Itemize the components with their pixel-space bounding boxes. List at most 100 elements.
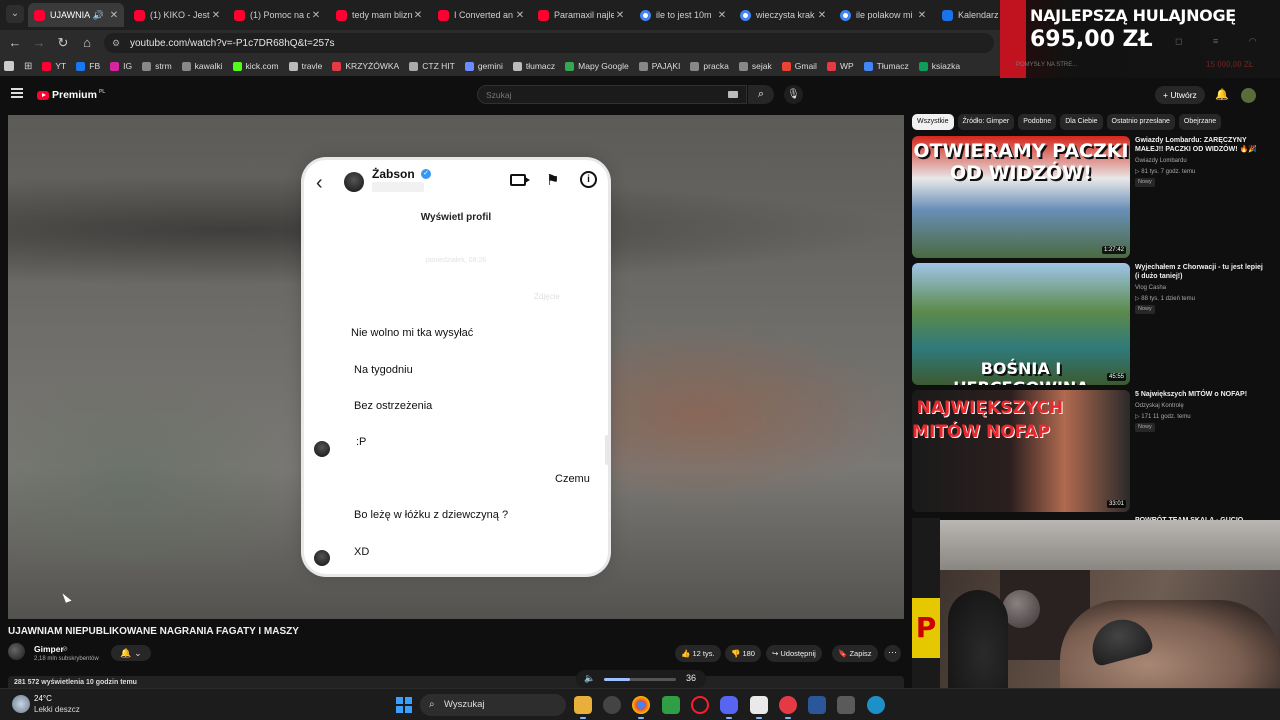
like-button[interactable]: 👍 12 tys. bbox=[675, 645, 721, 662]
tab-kiko[interactable]: (1) KIKO - Jeste ✕ bbox=[128, 3, 226, 27]
tab-pomoc[interactable]: (1) Pomoc na d ✕ bbox=[228, 3, 326, 27]
recommendation-item[interactable]: 5 NAJWIĘKSZYCH MITÓW NOFAP 33:01 5 Najwi… bbox=[912, 390, 1262, 512]
partial-thumbnail[interactable]: P bbox=[912, 518, 940, 688]
filter-chip[interactable]: Obejrzane bbox=[1178, 114, 1222, 130]
bookmark-kawalki[interactable]: kawalki bbox=[181, 61, 223, 71]
bookmark-gemini[interactable]: gemini bbox=[464, 61, 503, 71]
filter-chip[interactable]: Ostatnio przesłane bbox=[1106, 114, 1175, 130]
hamburger-menu-icon[interactable] bbox=[11, 88, 23, 98]
bookmark-kick-com[interactable]: kick.com bbox=[232, 61, 279, 71]
recommendation-item[interactable]: BOŚNIA I HERCEGOWINA 45:55 Wyjechałem z … bbox=[912, 263, 1263, 385]
recommendation-item[interactable]: OTWIERAMY PACZKI OD WIDZÓW! 1:27:42 Gwia… bbox=[912, 136, 1262, 258]
chrome-icon[interactable] bbox=[632, 696, 650, 719]
shield-icon[interactable] bbox=[662, 696, 680, 714]
tab-groups-icon[interactable] bbox=[4, 61, 14, 71]
filter-chip[interactable]: Dla Ciebie bbox=[1060, 114, 1103, 130]
filter-chip[interactable]: Podobne bbox=[1018, 114, 1057, 130]
video-thumbnail[interactable]: OTWIERAMY PACZKI OD WIDZÓW! 1:27:42 bbox=[912, 136, 1130, 258]
bookmark-gmail[interactable]: Gmail bbox=[781, 61, 817, 71]
filter-chip[interactable]: Wszystkie bbox=[912, 114, 954, 130]
more-actions-icon[interactable]: ⋯ bbox=[884, 645, 901, 662]
opera-icon[interactable] bbox=[691, 696, 709, 714]
channel-name[interactable]: Gimper bbox=[34, 644, 64, 654]
keyboard-icon[interactable] bbox=[728, 91, 738, 98]
save-button[interactable]: 🔖 Zapisz bbox=[832, 645, 878, 662]
search-button[interactable]: ⌕ bbox=[748, 85, 774, 104]
share-button[interactable]: ↪ Udostępnij bbox=[766, 645, 822, 662]
recommendation-title[interactable]: 5 Największych MITÓW o NOFAP! bbox=[1135, 390, 1263, 399]
tab-kalendarz[interactable]: Kalendarz Go bbox=[936, 3, 1000, 27]
discord-icon[interactable] bbox=[720, 696, 738, 719]
tab-ujawniam[interactable]: UJAWNIA 🔊 ✕ bbox=[28, 3, 124, 27]
dislike-button[interactable]: 👎 180 bbox=[725, 645, 761, 662]
volume-slider[interactable] bbox=[604, 678, 676, 681]
weather-icon[interactable] bbox=[12, 695, 30, 713]
filter-chip[interactable]: Źródło: Gimper bbox=[957, 114, 1015, 130]
subscription-bell-button[interactable]: 🔔 ⌄ bbox=[111, 645, 151, 661]
forward-icon[interactable]: → bbox=[30, 34, 48, 52]
recommendation-channel[interactable]: Gwiazdy Lombardu bbox=[1135, 158, 1187, 164]
close-tab-icon[interactable]: ✕ bbox=[916, 10, 928, 21]
bookmark-pająki[interactable]: PAJĄKI bbox=[638, 61, 680, 71]
tab-blizn[interactable]: tedy mam blizn ✕ bbox=[330, 3, 428, 27]
bookmark-tłumacz[interactable]: tłumacz bbox=[512, 61, 555, 71]
bookmark-krzyżówka[interactable]: KRZYŻÓWKA bbox=[332, 61, 399, 71]
reload-icon[interactable]: ↻ bbox=[54, 34, 72, 52]
youtube-premium-logo[interactable]: Premium PL bbox=[37, 89, 105, 101]
tab-ile-polakow[interactable]: ile polakow mi ✕ bbox=[834, 3, 932, 27]
obs-record-icon[interactable] bbox=[779, 696, 797, 719]
bookmark-ctz-hit[interactable]: CTZ HIT bbox=[409, 61, 455, 71]
tab-converted[interactable]: I Converted an ✕ bbox=[432, 3, 530, 27]
close-tab-icon[interactable]: ✕ bbox=[412, 10, 424, 21]
bookmark-travle[interactable]: travle bbox=[288, 61, 322, 71]
back-icon[interactable]: ← bbox=[6, 34, 24, 52]
settings-gear-icon[interactable] bbox=[603, 696, 621, 714]
create-button[interactable]: + Utwórz bbox=[1155, 86, 1205, 104]
account-avatar[interactable] bbox=[1241, 88, 1256, 103]
windows-start-icon[interactable] bbox=[396, 697, 412, 713]
taskbar-search[interactable]: ⌕ Wyszukaj bbox=[420, 694, 566, 716]
bookmark-yt[interactable]: YT bbox=[42, 61, 66, 71]
bookmark-wp[interactable]: WP bbox=[826, 61, 854, 71]
weather-temperature[interactable]: 24°C bbox=[34, 694, 52, 703]
close-tab-icon[interactable]: ✕ bbox=[514, 10, 526, 21]
bookmark-tłumacz[interactable]: Tłumacz bbox=[863, 61, 909, 71]
tab-search-button[interactable]: ⌄ bbox=[6, 5, 24, 23]
channel-avatar[interactable] bbox=[8, 643, 25, 660]
tab-paramaxil[interactable]: Paramaxil najle ✕ bbox=[532, 3, 630, 27]
tab-ile-10m[interactable]: ile to jest 10m ✕ bbox=[634, 3, 732, 27]
site-info-icon[interactable]: ⚙ bbox=[112, 38, 122, 48]
apps-grid-icon[interactable]: ⊞ bbox=[24, 61, 32, 72]
speaker-icon[interactable]: 🔈 bbox=[584, 673, 595, 684]
close-tab-icon[interactable]: ✕ bbox=[108, 10, 120, 21]
video-thumbnail[interactable]: BOŚNIA I HERCEGOWINA 45:55 bbox=[912, 263, 1130, 385]
network-globe-icon[interactable] bbox=[867, 696, 885, 714]
tab-wieczysta[interactable]: wieczysta krak ✕ bbox=[734, 3, 832, 27]
recommendation-channel[interactable]: Vlog Casha bbox=[1135, 285, 1166, 291]
recommendation-channel[interactable]: Odzyskaj Kontrolę bbox=[1135, 403, 1184, 409]
bookmark-strm[interactable]: strm bbox=[142, 61, 172, 71]
bookmark-sejak[interactable]: sejak bbox=[738, 61, 772, 71]
notion-icon[interactable] bbox=[750, 696, 768, 719]
bookmark-pracka[interactable]: pracka bbox=[690, 61, 729, 71]
bookmark-ig[interactable]: IG bbox=[110, 61, 132, 71]
recommendation-title[interactable]: Wyjechałem z Chorwacji - tu jest lepiej … bbox=[1135, 263, 1263, 281]
close-tab-icon[interactable]: ✕ bbox=[816, 10, 828, 21]
bookmark-ksiazka[interactable]: ksiazka bbox=[918, 61, 960, 71]
calculator-icon[interactable] bbox=[837, 696, 855, 714]
recommendation-title[interactable]: Gwiazdy Lombardu: ZARĘCZYNY MAŁEJ!! PACZ… bbox=[1135, 136, 1263, 154]
close-tab-icon[interactable]: ✕ bbox=[614, 10, 626, 21]
description-box[interactable]: 281 572 wyświetlenia 10 godzin temu bbox=[8, 676, 904, 688]
close-tab-icon[interactable]: ✕ bbox=[310, 10, 322, 21]
weather-condition[interactable]: Lekki deszcz bbox=[34, 705, 80, 714]
close-tab-icon[interactable]: ✕ bbox=[716, 10, 728, 21]
close-tab-icon[interactable]: ✕ bbox=[210, 10, 222, 21]
address-bar[interactable]: ⚙ youtube.com/watch?v=-P1c7DR68hQ&t=257s bbox=[104, 33, 994, 53]
speaker-icon[interactable]: 🔊 bbox=[93, 10, 104, 21]
notifications-bell-icon[interactable]: 🔔 bbox=[1215, 88, 1229, 102]
video-player[interactable]: ‹ Żabson ✓ ⚑ i Wyświetl profil poniedzia… bbox=[8, 115, 904, 619]
file-explorer-icon[interactable] bbox=[574, 696, 592, 719]
microphone-icon[interactable]: 🎙 bbox=[784, 85, 803, 104]
search-input[interactable]: Szukaj bbox=[477, 85, 747, 104]
video-thumbnail[interactable]: 5 NAJWIĘKSZYCH MITÓW NOFAP 33:01 bbox=[912, 390, 1130, 512]
